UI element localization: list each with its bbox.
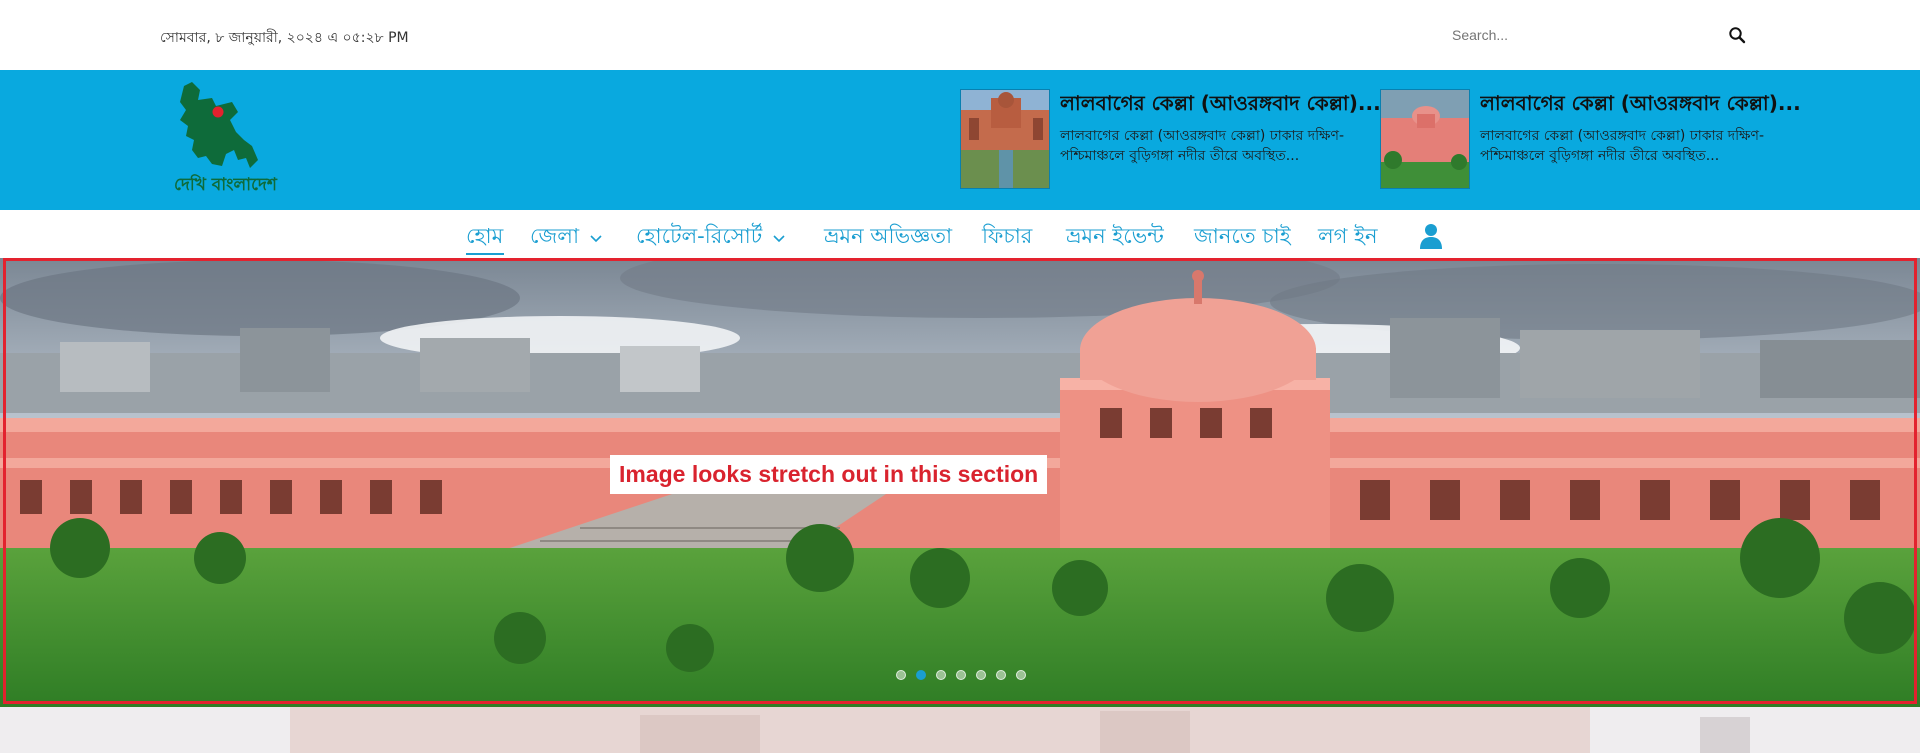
featured-card[interactable]: লালবাগের কেল্লা (আওরঙ্গবাদ কেল্লা)... লা… xyxy=(1380,89,1800,191)
current-date: সোমবার, ৮ জানুয়ারী, ২০২৪ এ ০৫:২৮ PM xyxy=(160,30,409,46)
nav-item-home[interactable]: হোম xyxy=(466,220,503,255)
card-title[interactable]: লালবাগের কেল্লা (আওরঙ্গবাদ কেল্লা)... xyxy=(1480,89,1800,122)
slider-dot-active[interactable] xyxy=(916,670,926,680)
card-thumbnail[interactable] xyxy=(960,89,1050,189)
card-description: লালবাগের কেল্লা (আওরঙ্গবাদ কেল্লা) ঢাকার… xyxy=(1480,128,1765,164)
search-icon[interactable] xyxy=(1728,26,1746,44)
chevron-down-icon[interactable] xyxy=(772,231,786,245)
nav-label[interactable]: ফিচার xyxy=(982,220,1032,255)
annotation-label: Image looks stretch out in this section xyxy=(610,455,1048,494)
logo-text: দেখি বাংলাদেশ xyxy=(174,175,277,195)
nav-item-travel-event[interactable]: ভ্রমন ইভেন্ট xyxy=(1066,220,1164,255)
chevron-down-icon[interactable] xyxy=(589,231,603,245)
main-nav xyxy=(0,210,1920,260)
top-bar: সোমবার, ৮ জানুয়ারী, ২০২৪ এ ০৫:২৮ PM xyxy=(0,0,1920,70)
card-title[interactable]: লালবাগের কেল্লা (আওরঙ্গবাদ কেল্লা)... xyxy=(1060,89,1380,122)
slider-dot[interactable] xyxy=(996,670,1006,680)
card-description: লালবাগের কেল্লা (আওরঙ্গবাদ কেল্লা) ঢাকার… xyxy=(1060,128,1345,164)
below-section xyxy=(0,707,1920,753)
nav-label[interactable]: লগ ইন xyxy=(1318,220,1378,255)
slider-dot[interactable] xyxy=(896,670,906,680)
nav-item-feature[interactable]: ফিচার xyxy=(982,220,1032,255)
nav-label[interactable]: জানতে চাই xyxy=(1194,220,1291,255)
nav-item-hotel-resort[interactable]: হোটেল-রিসোর্ট xyxy=(636,220,786,255)
nav-label[interactable]: ভ্রমন ইভেন্ট xyxy=(1066,220,1164,255)
slider-dot[interactable] xyxy=(956,670,966,680)
nav-label[interactable]: ভ্রমন অভিজ্ঞতা xyxy=(824,220,952,255)
active-underline xyxy=(466,253,504,255)
slider-dots xyxy=(896,670,1026,680)
nav-item-district[interactable]: জেলা xyxy=(530,220,603,255)
nav-label[interactable]: হোটেল-রিসোর্ট xyxy=(636,220,762,255)
card-thumbnail[interactable] xyxy=(1380,89,1470,189)
nav-label[interactable]: হোম xyxy=(466,220,503,255)
nav-item-login[interactable]: লগ ইন xyxy=(1318,220,1378,255)
slider-dot[interactable] xyxy=(1016,670,1026,680)
search-box[interactable] xyxy=(1452,18,1752,52)
nav-item-want-to-know[interactable]: জানতে চাই xyxy=(1194,220,1291,255)
search-input[interactable] xyxy=(1452,27,1712,43)
featured-card[interactable]: লালবাগের কেল্লা (আওরঙ্গবাদ কেল্লা)... লা… xyxy=(960,89,1380,191)
slider-dot[interactable] xyxy=(936,670,946,680)
user-icon[interactable] xyxy=(1418,222,1444,250)
nav-item-travel-experience[interactable]: ভ্রমন অভিজ্ঞতা xyxy=(824,220,952,255)
nav-label[interactable]: জেলা xyxy=(530,220,579,255)
slider-dot[interactable] xyxy=(976,670,986,680)
